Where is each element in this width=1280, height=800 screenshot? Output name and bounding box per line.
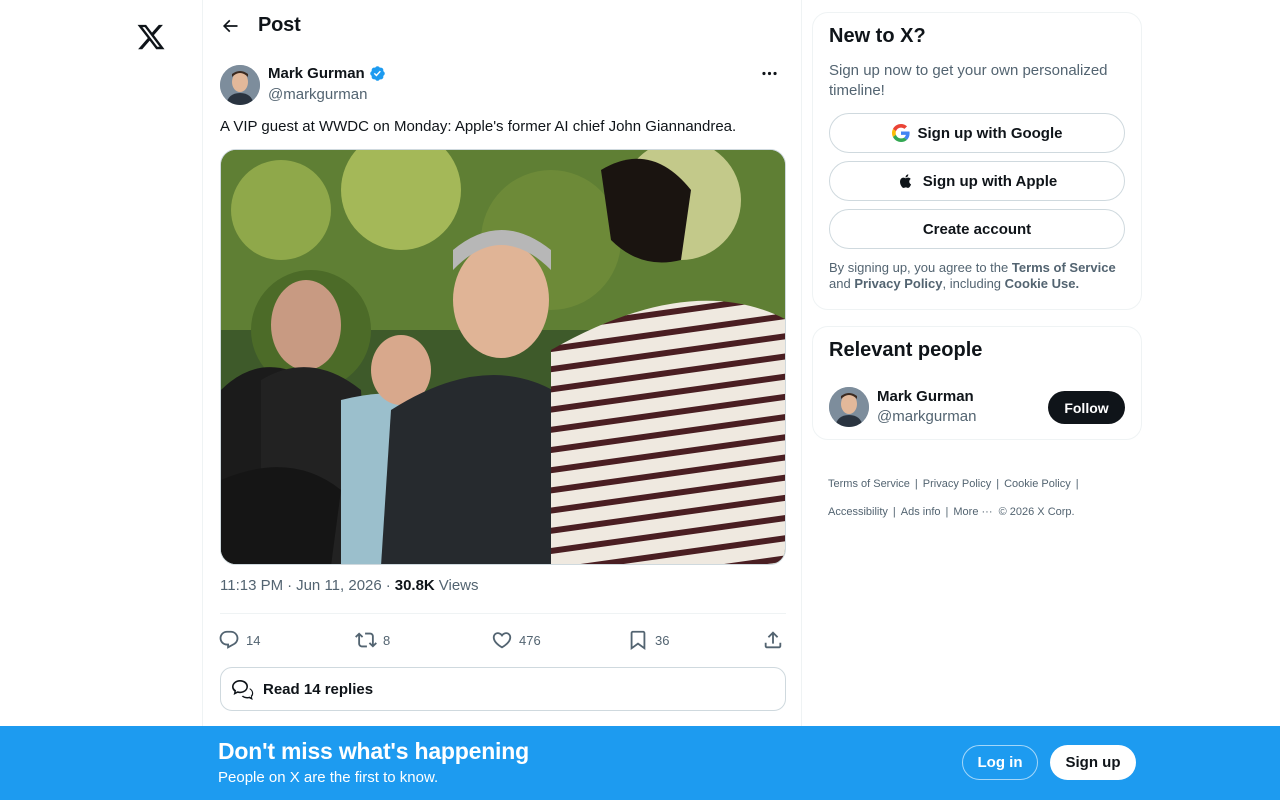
back-button[interactable]	[217, 13, 243, 39]
signup-google-label: Sign up with Google	[917, 124, 1063, 142]
arrow-left-icon	[222, 19, 238, 33]
post-text: A VIP guest at WWDC on Monday: Apple's f…	[220, 118, 737, 135]
apple-icon	[899, 174, 911, 188]
post-meta: 11:13 PM · Jun 11, 2026 · 30.8K Views	[220, 577, 479, 594]
person-handle[interactable]: @markgurman	[877, 408, 976, 425]
verified-badge-icon	[369, 66, 385, 81]
views-label: Views	[438, 577, 479, 594]
reply-button[interactable]: 14	[218, 626, 260, 654]
signup-title: New to X?	[829, 25, 926, 47]
avatar[interactable]	[829, 387, 869, 427]
footer-accessibility-link[interactable]: Accessibility	[828, 506, 888, 518]
left-nav	[0, 0, 203, 800]
signup-card: New to X? Sign up now to get your own pe…	[812, 12, 1142, 310]
views-count: 30.8K	[394, 577, 435, 594]
signup-subtitle: Sign up now to get your own personalized…	[829, 62, 1108, 99]
main-column: Post Mark Gurman @markgurman A VIP guest…	[202, 0, 802, 800]
chat-bubbles-icon	[232, 680, 254, 700]
share-button[interactable]	[762, 626, 784, 654]
action-bar: 14 8 476 36	[218, 626, 788, 654]
page-title: Post	[258, 14, 301, 36]
meta-dot: ·	[385, 577, 391, 594]
share-icon	[764, 631, 782, 649]
footer-terms-link[interactable]: Terms of Service	[828, 478, 910, 490]
create-account-button[interactable]: Create account	[829, 209, 1125, 249]
post-photo[interactable]	[220, 149, 786, 565]
footer-copyright: © 2026 X Corp.	[998, 506, 1075, 518]
signup-legal: By signing up, you agree to the Terms of…	[829, 260, 1116, 291]
bottom-bar-subtitle: People on X are the first to know.	[218, 769, 439, 786]
reply-icon	[219, 630, 239, 649]
post-time[interactable]: 11:13 PM	[220, 577, 283, 594]
google-icon	[891, 124, 910, 142]
footer-links: Terms of Service | Privacy Policy | Cookie P…	[828, 478, 1079, 518]
signup-apple-label: Sign up with Apple	[922, 172, 1058, 190]
footer-privacy-link[interactable]: Privacy Policy	[923, 478, 991, 490]
author-handle[interactable]: @markgurman	[268, 86, 367, 103]
signup-button[interactable]: Sign up	[1050, 745, 1136, 780]
repost-count: 8	[383, 632, 391, 648]
like-button[interactable]: 476	[491, 626, 541, 654]
more-horizontal-icon	[761, 71, 777, 75]
signup-google-button[interactable]: Sign up with Google	[829, 113, 1125, 153]
cookie-link[interactable]: Cookie Use.	[1005, 276, 1079, 291]
more-button[interactable]	[757, 63, 781, 83]
relevant-people-card: Relevant people Mark Gurman @markgurman …	[812, 326, 1142, 440]
reply-count: 14	[246, 632, 261, 648]
footer-cookie-link[interactable]: Cookie Policy	[1004, 478, 1071, 490]
read-replies-label: Read 14 replies	[263, 680, 374, 698]
heart-icon	[492, 632, 512, 649]
post-author: Mark Gurman @markgurman	[220, 65, 786, 107]
avatar[interactable]	[220, 65, 260, 105]
read-replies-button[interactable]: Read 14 replies	[220, 667, 786, 711]
footer-more-link[interactable]: More ···	[953, 506, 992, 518]
bottom-bar-title: Don't miss what's happening	[218, 738, 529, 764]
signup-apple-button[interactable]: Sign up with Apple	[829, 161, 1125, 201]
terms-link[interactable]: Terms of Service	[1012, 260, 1116, 275]
footer-ads-link[interactable]: Ads info	[901, 506, 941, 518]
meta-dot: ·	[287, 577, 293, 594]
repost-button[interactable]: 8	[355, 626, 390, 654]
author-name[interactable]: Mark Gurman	[268, 65, 386, 82]
bottom-signup-bar: Don't miss what's happening People on X …	[0, 726, 1280, 800]
post-date[interactable]: Jun 11, 2026	[296, 577, 382, 594]
x-logo-icon[interactable]	[136, 22, 166, 52]
follow-button[interactable]: Follow	[1048, 391, 1125, 424]
bookmark-button[interactable]: 36	[627, 626, 669, 654]
divider	[220, 613, 786, 614]
login-button[interactable]: Log in	[962, 745, 1038, 780]
bookmark-count: 36	[655, 632, 670, 648]
person-name[interactable]: Mark Gurman	[877, 388, 974, 405]
relevant-people-title: Relevant people	[829, 339, 983, 361]
page-header: Post	[203, 0, 801, 53]
bookmark-icon	[630, 630, 646, 651]
privacy-link[interactable]: Privacy Policy	[854, 276, 942, 291]
like-count: 476	[519, 632, 541, 648]
repost-icon	[355, 632, 377, 648]
create-account-label: Create account	[922, 220, 1032, 238]
